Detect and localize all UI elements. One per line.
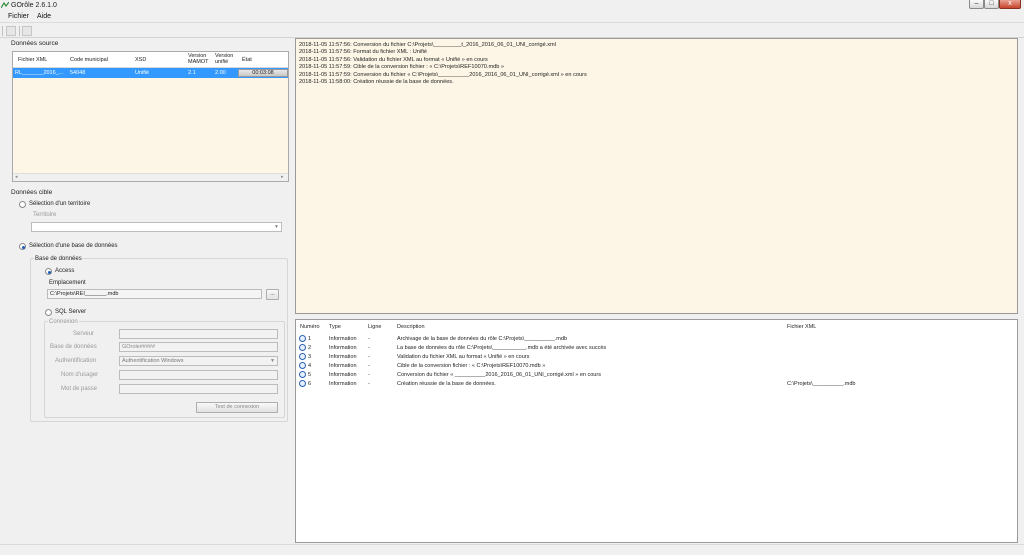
location-label: Emplacement [49, 280, 86, 286]
info-icon [299, 353, 306, 360]
scroll-left-icon[interactable]: ◂ [15, 174, 18, 180]
source-grid-header: Fichier XML Code municipal XSD Version M… [13, 52, 288, 68]
username-label: Nom d'usager [61, 372, 99, 378]
database-icon[interactable] [22, 26, 32, 36]
cell-code: 54048 [70, 70, 86, 76]
log-line: 2018-11-05 11:57:56: Format du fichier X… [299, 49, 427, 56]
log-line: 2018-11-05 11:57:56: Validation du fichi… [299, 56, 488, 63]
database-group-title: Base de données [34, 256, 83, 262]
log-line: 2018-11-05 11:57:56: Conversion du fichi… [299, 42, 556, 48]
source-grid-scrollbar[interactable]: ◂ ▸ [13, 173, 288, 181]
db-name-label: Base de données [50, 344, 97, 350]
database-radio-label[interactable]: Sélection d'une base de données [29, 243, 118, 249]
territory-radio-label[interactable]: Sélection d'un territoire [29, 201, 90, 207]
menu-fichier[interactable]: Fichier [8, 13, 29, 20]
auth-label: Authentification [55, 358, 97, 364]
territory-select[interactable]: ▼ [31, 222, 282, 232]
chevron-down-icon: ▼ [274, 224, 279, 230]
status-bar [0, 544, 1024, 555]
log-line: 2018-11-05 11:57:59: Cible de la convers… [299, 64, 505, 71]
message-row[interactable]: 3 Information - Validation du fichier XM… [296, 353, 1017, 362]
message-row[interactable]: 5 Information - Conversion du fichier « … [296, 371, 1017, 380]
territory-label: Territoire [33, 212, 57, 218]
database-radio[interactable] [19, 243, 26, 250]
toolbar-separator [19, 26, 20, 36]
toolbar [0, 24, 1024, 38]
db-name-field[interactable]: GOrole##### [119, 342, 278, 352]
cell-mamot: 2.1 [188, 70, 196, 76]
chevron-down-icon: ▼ [270, 358, 275, 364]
col-version-mamot[interactable]: Version MAMOT [188, 53, 212, 65]
sql-server-radio-label[interactable]: SQL Server [55, 309, 86, 315]
sql-server-radio[interactable] [45, 309, 52, 316]
user-icon[interactable] [6, 26, 16, 36]
message-row[interactable]: 1 Information - Archivage de la base de … [296, 335, 1017, 344]
menu-bar: Fichier Aide [0, 11, 1024, 23]
app-logo-icon [1, 2, 9, 9]
col-etat[interactable]: État [242, 57, 252, 63]
test-connection-button[interactable]: Test de connexion [196, 402, 278, 413]
col-fichier-xml[interactable]: Fichier XML [787, 324, 816, 330]
password-label: Mot de passe [61, 386, 98, 392]
source-grid: Fichier XML Code municipal XSD Version M… [12, 51, 289, 182]
close-button[interactable]: x [999, 0, 1021, 9]
log-line: 2018-11-05 11:58:00: Création réussie de… [299, 79, 454, 86]
info-icon [299, 344, 306, 351]
col-fichier-xml[interactable]: Fichier XML [18, 57, 47, 63]
col-xsd[interactable]: XSD [135, 57, 146, 63]
window-title: GOrôle 2.6.1.0 [11, 2, 57, 9]
source-group-title: Données source [11, 40, 59, 47]
message-row[interactable]: 6 Information - Création réussie de la b… [296, 380, 1017, 389]
auth-select[interactable]: Authentification Windows ▼ [119, 356, 278, 366]
target-group-title: Données cible [11, 189, 53, 196]
info-icon [299, 371, 306, 378]
connection-group-title: Connexion [48, 319, 79, 325]
col-code-municipal[interactable]: Code municipal [70, 57, 108, 63]
maximize-button[interactable]: □ [984, 0, 999, 9]
server-field[interactable] [119, 329, 278, 339]
password-field[interactable] [119, 384, 278, 394]
access-radio[interactable] [45, 268, 52, 275]
browse-button[interactable]: ... [266, 289, 279, 300]
cell-xsd: Unifié [135, 70, 150, 76]
cell-fichier: RL_______2016_... [15, 70, 64, 76]
cell-unifie: 2.00 [215, 70, 226, 76]
server-label: Serveur [73, 331, 95, 337]
col-description[interactable]: Description [397, 324, 425, 330]
title-bar: GOrôle 2.6.1.0 – □ x [0, 0, 1024, 11]
status-progress-bar: 00:03:08 [238, 69, 288, 77]
col-numero[interactable]: Numéro [300, 324, 320, 330]
location-field[interactable]: C:\Projets\REI_______.mdb [47, 289, 262, 299]
info-icon [299, 380, 306, 387]
source-grid-row[interactable]: RL_______2016_... 54048 Unifié 2.1 2.00 … [13, 68, 288, 78]
message-row[interactable]: 2 Information - La base de données du rô… [296, 344, 1017, 353]
territory-radio[interactable] [19, 201, 26, 208]
info-icon [299, 362, 306, 369]
access-radio-label[interactable]: Access [55, 268, 74, 274]
username-field[interactable] [119, 370, 278, 380]
col-version-unifie[interactable]: Version unifié [215, 53, 237, 65]
menu-aide[interactable]: Aide [37, 13, 51, 20]
log-line: 2018-11-05 11:57:59: Conversion du fichi… [299, 71, 587, 78]
minimize-button[interactable]: – [969, 0, 984, 9]
message-row[interactable]: 4 Information - Cible de la conversion f… [296, 362, 1017, 371]
toolbar-grip [2, 26, 3, 36]
col-ligne[interactable]: Ligne [368, 324, 381, 330]
scroll-right-icon[interactable]: ▸ [281, 174, 284, 180]
info-icon [299, 335, 306, 342]
messages-list: Numéro Type Ligne Description Fichier XM… [295, 319, 1018, 543]
log-panel: 2018-11-05 11:57:56: Conversion du fichi… [295, 38, 1018, 314]
col-type[interactable]: Type [329, 324, 341, 330]
